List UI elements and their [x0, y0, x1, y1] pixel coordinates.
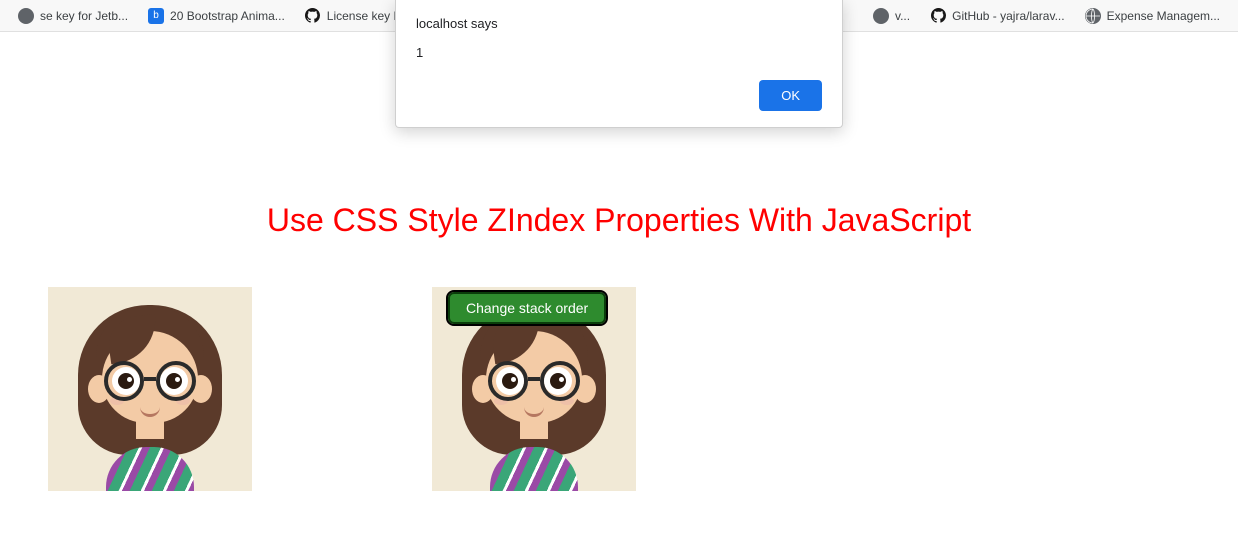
- images-row: Change stack order: [0, 287, 1238, 491]
- bookmark-jetbrains[interactable]: se key for Jetb...: [8, 8, 138, 24]
- change-stack-order-button[interactable]: Change stack order: [448, 292, 606, 324]
- bookmark-label: v...: [895, 9, 910, 23]
- bookmark-bootstrap[interactable]: b 20 Bootstrap Anima...: [138, 8, 295, 24]
- globe-icon: [1085, 8, 1101, 24]
- bookmark-icon: b: [148, 8, 164, 24]
- avatar-image: [48, 287, 252, 491]
- bookmark-expense[interactable]: Expense Managem...: [1075, 8, 1230, 24]
- alert-dialog: localhost says 1 OK: [395, 0, 843, 128]
- bookmark-label: GitHub - yajra/larav...: [952, 9, 1064, 23]
- bookmark-icon: [873, 8, 889, 24]
- image-1: [48, 287, 252, 491]
- alert-ok-button[interactable]: OK: [759, 80, 822, 111]
- image-2: Change stack order: [432, 287, 636, 491]
- page-title: Use CSS Style ZIndex Properties With Jav…: [0, 202, 1238, 239]
- bookmark-yajra[interactable]: GitHub - yajra/larav...: [920, 8, 1074, 24]
- bookmark-v[interactable]: v...: [863, 8, 920, 24]
- alert-title: localhost says: [416, 16, 822, 31]
- github-icon: [305, 8, 321, 24]
- bookmark-label: se key for Jetb...: [40, 9, 128, 23]
- bookmark-label: 20 Bootstrap Anima...: [170, 9, 285, 23]
- bookmark-icon: [18, 8, 34, 24]
- bookmark-label: Expense Managem...: [1107, 9, 1220, 23]
- github-icon: [930, 8, 946, 24]
- alert-actions: OK: [416, 80, 822, 111]
- alert-message: 1: [416, 45, 822, 60]
